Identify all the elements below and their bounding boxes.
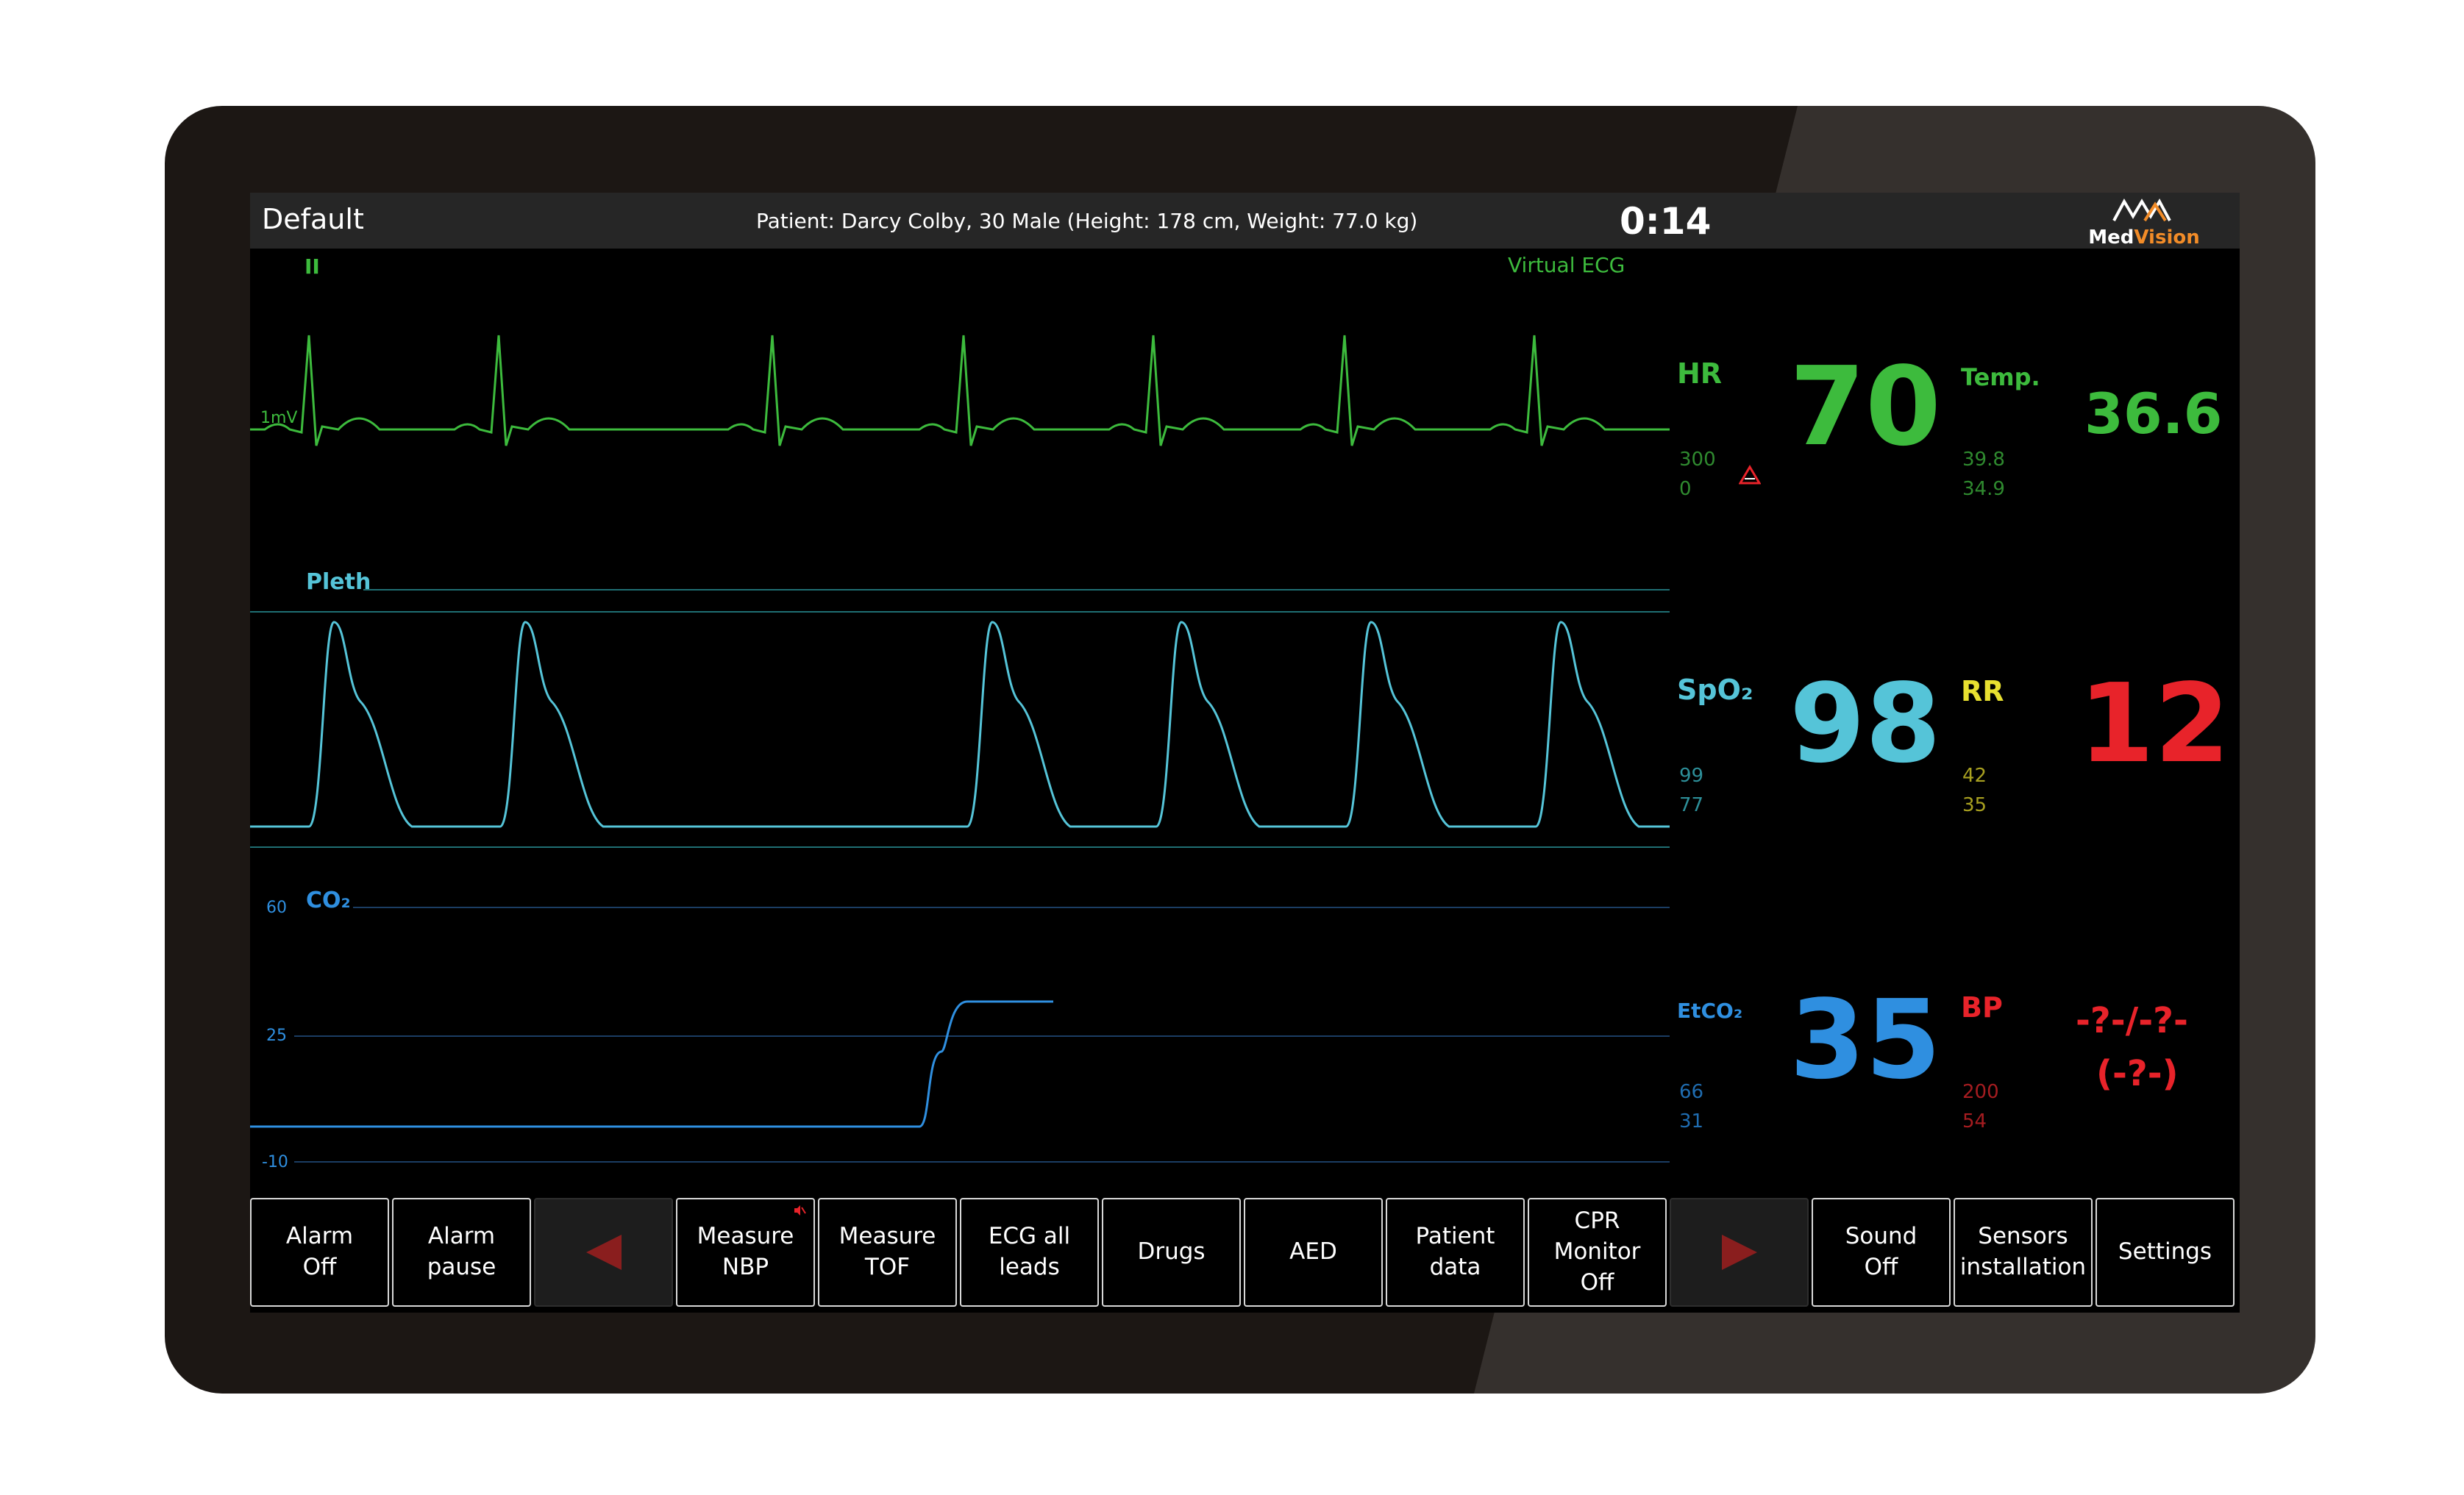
patient-data-button[interactable]: Patient data: [1386, 1198, 1525, 1307]
sensors-installation-button[interactable]: Sensors installation: [1954, 1198, 2093, 1307]
arrow-left-icon: [585, 1235, 622, 1270]
logo-text-vision: Vision: [2134, 226, 2200, 249]
alarm-pause-label: Alarm pause: [427, 1223, 496, 1280]
logo-text: MedVision: [2067, 226, 2221, 249]
spo2-high-limit: 99: [1679, 765, 1704, 787]
button-bar: Alarm Off Alarm pause Measure NBP Measur…: [250, 1198, 2240, 1313]
rr-label[interactable]: RR: [1961, 675, 2004, 707]
aed-button[interactable]: AED: [1244, 1198, 1383, 1307]
sensors-installation-label: Sensors installation: [1959, 1223, 2087, 1280]
alarm-off-label: Alarm Off: [285, 1223, 354, 1280]
etco2-value[interactable]: 35: [1790, 977, 1941, 1103]
bp-value-mean[interactable]: (-?-): [2096, 1053, 2179, 1094]
alarm-pause-button[interactable]: Alarm pause: [392, 1198, 531, 1307]
co2-waveform: [250, 1000, 1053, 1128]
temp-low-limit: 34.9: [1962, 478, 2005, 500]
settings-button[interactable]: Settings: [2096, 1198, 2235, 1307]
bp-low-limit: 54: [1962, 1110, 1987, 1132]
pleth-waveform: [250, 621, 1670, 828]
logo-text-med: Med: [2088, 226, 2134, 249]
arrow-right-icon: [1721, 1235, 1757, 1270]
hr-low-limit: 0: [1679, 478, 1692, 500]
next-page-button[interactable]: [1670, 1198, 1809, 1307]
co2-scale-25: 25: [266, 1027, 287, 1045]
spo2-value[interactable]: 98: [1790, 660, 1941, 787]
bp-value-systolic-diastolic[interactable]: -?-/-?-: [2076, 1000, 2188, 1041]
hr-label[interactable]: HR: [1677, 357, 1722, 390]
rr-high-limit: 42: [1962, 765, 1987, 787]
bp-label[interactable]: BP: [1961, 991, 2003, 1024]
cpr-monitor-button[interactable]: CPR Monitor Off: [1528, 1198, 1667, 1307]
rr-value[interactable]: 12: [2079, 660, 2230, 787]
cpr-monitor-label: CPR Monitor Off: [1553, 1207, 1641, 1296]
settings-label: Settings: [2118, 1238, 2212, 1266]
measure-tof-label: Measure TOF: [838, 1223, 936, 1280]
co2-label[interactable]: CO₂: [306, 888, 351, 913]
ecg-all-leads-button[interactable]: ECG all leads: [960, 1198, 1099, 1307]
measure-nbp-button[interactable]: Measure NBP: [676, 1198, 815, 1307]
measure-nbp-label: Measure NBP: [697, 1223, 794, 1280]
temp-high-limit: 39.8: [1962, 449, 2005, 471]
temp-value[interactable]: 36.6: [2084, 381, 2223, 446]
sound-off-label: Sound Off: [1845, 1223, 1918, 1280]
measure-tof-button[interactable]: Measure TOF: [818, 1198, 957, 1307]
spo2-label[interactable]: SpO₂: [1677, 674, 1753, 706]
sound-off-button[interactable]: Sound Off: [1812, 1198, 1951, 1307]
etco2-high-limit: 66: [1679, 1081, 1704, 1103]
temp-label[interactable]: Temp.: [1961, 363, 2040, 391]
alarm-triangle-icon: [1739, 465, 1761, 485]
co2-scale-minus10: -10: [262, 1153, 288, 1171]
waveform-area: [250, 335, 1670, 1163]
drugs-label: Drugs: [1137, 1238, 1206, 1266]
ecg-waveform: [250, 335, 1670, 446]
co2-scale-60: 60: [266, 899, 287, 917]
rr-low-limit: 35: [1962, 794, 1987, 816]
ecg-scale-label: 1mV: [260, 409, 298, 427]
ecg-source-label: Virtual ECG: [1508, 253, 1626, 277]
pleth-label[interactable]: Pleth: [306, 569, 371, 595]
alarm-off-button[interactable]: Alarm Off: [250, 1198, 389, 1307]
aed-label: AED: [1289, 1238, 1337, 1266]
bp-high-limit: 200: [1962, 1081, 1999, 1103]
drugs-button[interactable]: Drugs: [1102, 1198, 1241, 1307]
hr-high-limit: 300: [1679, 449, 1716, 471]
prev-page-button[interactable]: [534, 1198, 673, 1307]
ecg-lead-label[interactable]: II: [305, 254, 320, 279]
monitor-screen: Default Patient: Darcy Colby, 30 Male (H…: [250, 193, 2240, 1313]
patient-data-label: Patient data: [1415, 1223, 1495, 1280]
etco2-label[interactable]: EtCO₂: [1677, 999, 1742, 1023]
spo2-low-limit: 77: [1679, 794, 1704, 816]
ecg-all-leads-label: ECG all leads: [988, 1223, 1071, 1280]
hr-value[interactable]: 70: [1790, 343, 1941, 470]
etco2-low-limit: 31: [1679, 1110, 1704, 1132]
mute-icon: [794, 1205, 806, 1216]
medvision-logo: MedVision: [2067, 199, 2221, 249]
medvision-logo-icon: [2112, 199, 2171, 222]
